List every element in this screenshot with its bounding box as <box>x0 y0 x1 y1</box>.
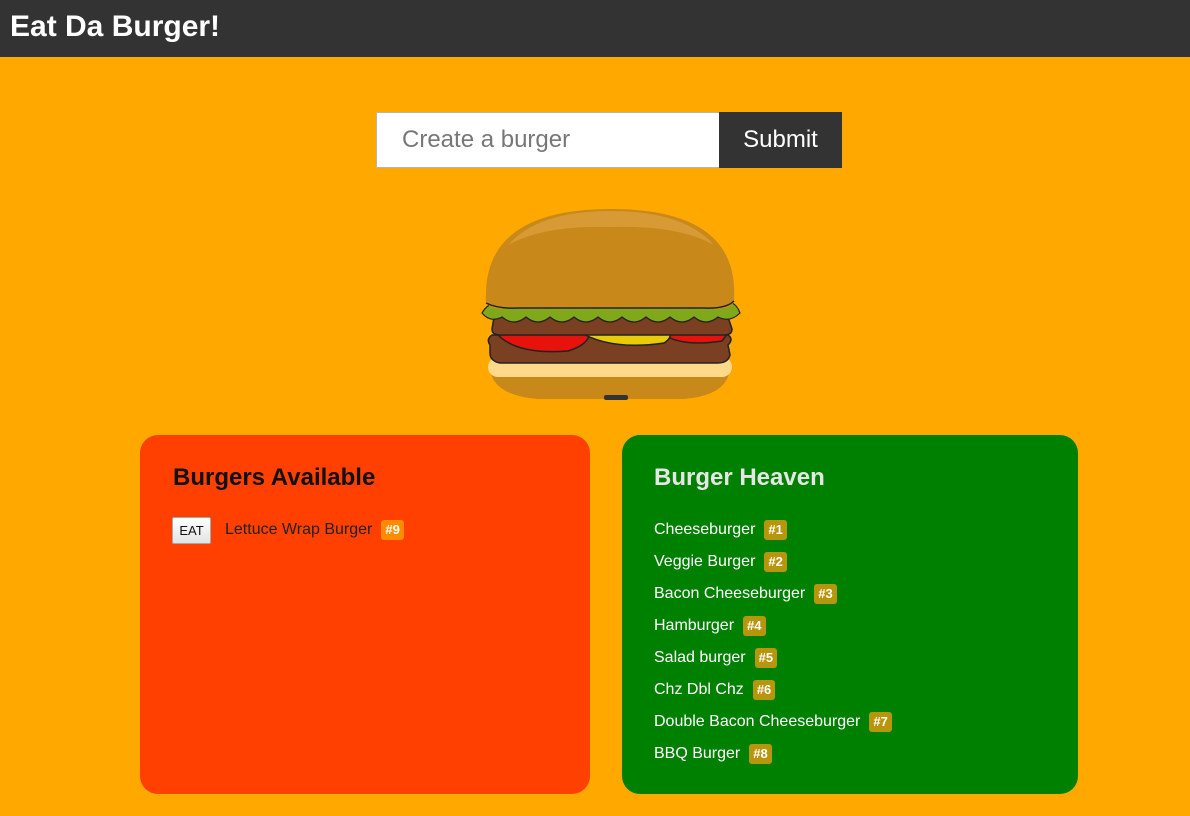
list-item: Double Bacon Cheeseburger #7 <box>654 706 892 738</box>
create-burger-form: Submit <box>376 112 842 168</box>
burger-name: BBQ Burger <box>654 745 741 762</box>
list-item: Hamburger #4 <box>654 610 892 642</box>
devoured-burger-list: Cheeseburger #1 Veggie Burger #2 Bacon C… <box>654 514 892 770</box>
list-item: EAT Lettuce Wrap Burger #9 <box>172 514 404 546</box>
app-title[interactable]: Eat Da Burger! <box>10 9 220 45</box>
burger-name-input[interactable] <box>376 112 719 168</box>
burger-name: Cheeseburger <box>654 521 756 538</box>
top-navbar: Eat Da Burger! <box>0 0 1190 57</box>
eat-button[interactable]: EAT <box>172 516 211 544</box>
burger-name: Chz Dbl Chz <box>654 681 744 698</box>
burger-id-badge: #3 <box>814 584 837 604</box>
burger-id-badge: #2 <box>764 552 787 572</box>
burger-name: Salad burger <box>654 649 746 666</box>
list-item: Cheeseburger #1 <box>654 514 892 546</box>
list-item: Bacon Cheeseburger #3 <box>654 578 892 610</box>
burger-heaven-panel: Burger Heaven Cheeseburger #1 Veggie Bur… <box>622 435 1078 794</box>
list-item: BBQ Burger #8 <box>654 738 892 770</box>
list-item: Salad burger #5 <box>654 642 892 674</box>
burger-id-badge: #7 <box>869 712 892 732</box>
burgers-available-title: Burgers Available <box>173 464 376 491</box>
burger-name: Hamburger <box>654 617 735 634</box>
burger-illustration-icon <box>481 209 741 400</box>
list-item: Veggie Burger #2 <box>654 546 892 578</box>
submit-button[interactable]: Submit <box>719 112 842 168</box>
burger-id-badge: #4 <box>743 616 766 636</box>
burger-name: Veggie Burger <box>654 553 756 570</box>
burger-id-badge: #8 <box>749 744 772 764</box>
burger-id-badge: #9 <box>381 520 404 540</box>
available-burger-list: EAT Lettuce Wrap Burger #9 <box>172 514 404 546</box>
list-item: Chz Dbl Chz #6 <box>654 674 892 706</box>
burgers-available-panel: Burgers Available EAT Lettuce Wrap Burge… <box>140 435 590 794</box>
burger-name: Double Bacon Cheeseburger <box>654 713 861 730</box>
burger-id-badge: #5 <box>754 648 778 668</box>
burger-id-badge: #1 <box>764 520 787 540</box>
burger-name: Bacon Cheeseburger <box>654 585 806 602</box>
burger-heaven-title: Burger Heaven <box>654 464 825 491</box>
burger-name: Lettuce Wrap Burger <box>225 521 373 538</box>
burger-id-badge: #6 <box>752 680 776 700</box>
